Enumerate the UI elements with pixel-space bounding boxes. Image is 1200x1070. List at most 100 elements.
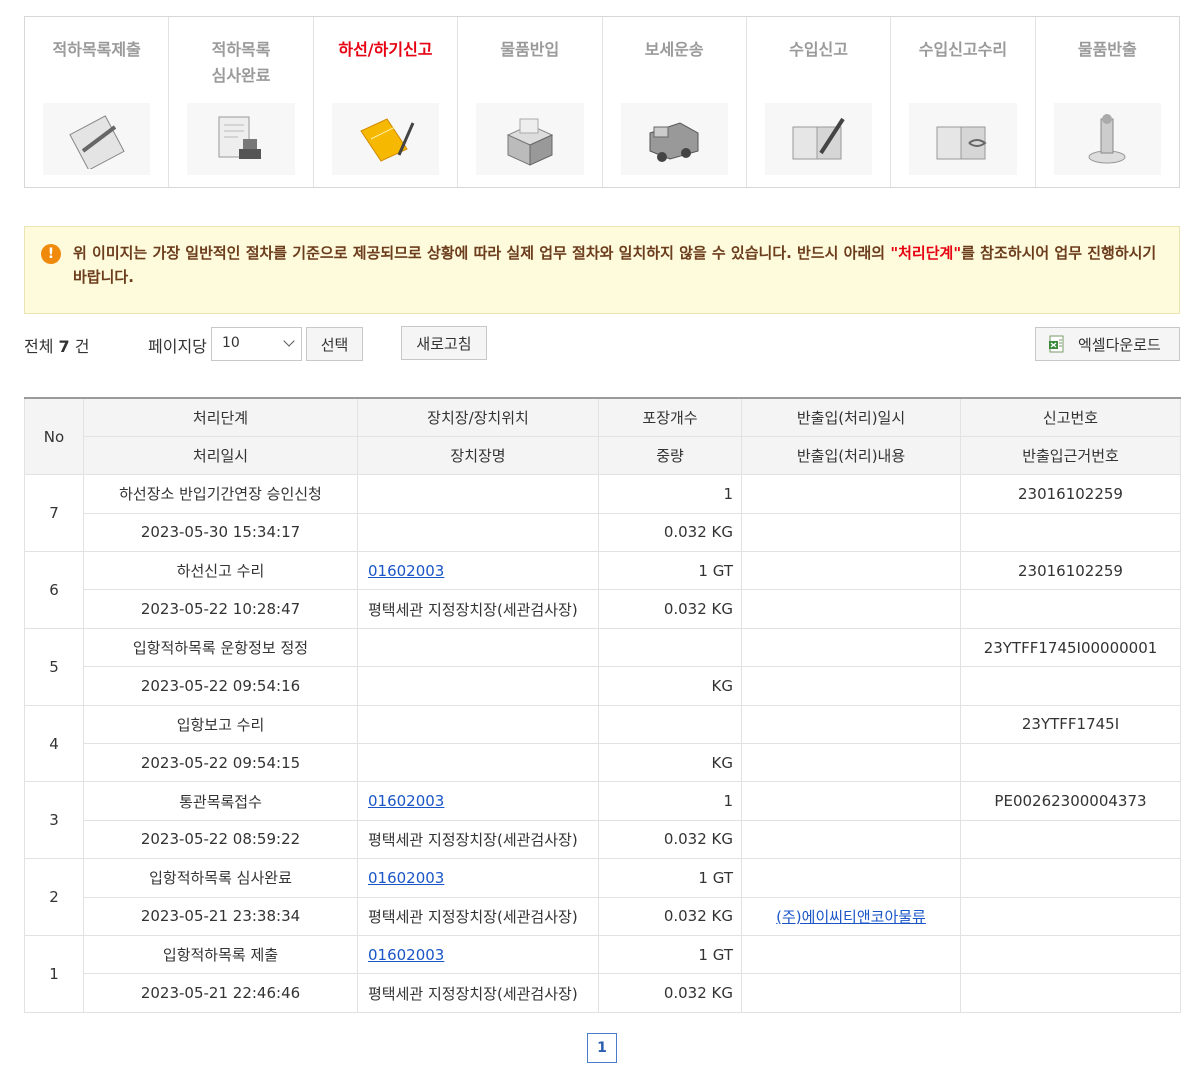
row-pkg: 1 bbox=[598, 474, 742, 514]
step-label: 수입신고수리 bbox=[918, 40, 1008, 59]
header-location-name: 장치장명 bbox=[357, 435, 599, 476]
row-inout-date bbox=[741, 627, 961, 668]
table-row: 6 하선신고 수리 01602003 1 GT 23016102259 bbox=[24, 551, 1181, 629]
row-pkg bbox=[598, 627, 742, 668]
step-label: 수입신고 bbox=[789, 40, 848, 59]
row-location-name bbox=[357, 666, 599, 706]
row-report-no: 23YTFF1745I bbox=[960, 704, 1181, 745]
step-icon-box bbox=[476, 103, 584, 175]
header-pkg: 포장개수 bbox=[598, 396, 742, 437]
row-location-name: 평택세관 지정장치장(세관검사장) bbox=[357, 896, 599, 936]
step-icon-box bbox=[909, 103, 1017, 175]
total-count: 전체 7 건 bbox=[24, 333, 90, 357]
row-inout-content bbox=[741, 973, 961, 1013]
row-stage: 입항적하목록 운항정보 정정 bbox=[83, 627, 358, 668]
step-4[interactable]: 물품반입 bbox=[458, 17, 603, 187]
row-report-no: PE00262300004373 bbox=[960, 781, 1181, 821]
location-code-link[interactable]: 01602003 bbox=[368, 562, 444, 580]
stamp-icon bbox=[1088, 114, 1126, 164]
inout-content-link[interactable]: (주)에이씨티앤코아물류 bbox=[776, 908, 926, 926]
row-pkg: 1 GT bbox=[598, 551, 742, 591]
row-inout-date bbox=[741, 781, 961, 821]
row-stage: 입항적하목록 제출 bbox=[83, 934, 358, 975]
row-report-no bbox=[960, 934, 1181, 975]
total-suffix: 건 bbox=[74, 337, 90, 356]
row-date: 2023-05-30 15:34:17 bbox=[83, 512, 358, 553]
per-page-label: 페이지당 bbox=[148, 337, 207, 356]
step-5[interactable]: 보세운송 bbox=[603, 17, 747, 187]
step-icon-box bbox=[187, 103, 295, 175]
row-location-name: 평택세관 지정장치장(세관검사장) bbox=[357, 819, 599, 860]
step-7[interactable]: 수입신고수리 bbox=[891, 17, 1036, 187]
row-inout-content bbox=[741, 743, 961, 783]
row-weight: KG bbox=[598, 666, 742, 706]
table-row-sub: 2023-05-22 09:54:16 KG bbox=[25, 666, 1181, 706]
row-basis-no bbox=[960, 743, 1181, 783]
process-table: No 처리단계 장치장/장치위치 포장개수 반출입(처리)일시 신고번호 처리일… bbox=[24, 396, 1181, 1013]
table-row: 5 입항적하목록 운항정보 정정 23YTFF1745I00000001 bbox=[24, 627, 1181, 706]
row-stage: 입항적하목록 심사완료 bbox=[83, 858, 358, 898]
book-stamp-icon bbox=[936, 126, 987, 160]
step-2[interactable]: 적하목록 심사완료 bbox=[169, 17, 314, 187]
row-weight: KG bbox=[598, 743, 742, 783]
location-code-link[interactable]: 01602003 bbox=[368, 792, 444, 810]
step-6[interactable]: 수입신고 bbox=[747, 17, 892, 187]
row-weight: 0.032 KG bbox=[598, 512, 742, 553]
row-inout-date bbox=[741, 858, 961, 898]
total-count-value: 7 bbox=[58, 337, 70, 356]
row-location-name: 평택세관 지정장치장(세관검사장) bbox=[357, 589, 599, 629]
select-button[interactable]: 선택 bbox=[306, 327, 363, 361]
row-date: 2023-05-22 10:28:47 bbox=[83, 589, 358, 629]
row-pkg: 1 GT bbox=[598, 934, 742, 975]
header-inout-content: 반출입(처리)내용 bbox=[741, 435, 961, 476]
row-inout-content bbox=[741, 819, 961, 860]
row-location-code[interactable]: 01602003 bbox=[357, 781, 599, 821]
row-inout-date bbox=[741, 704, 961, 745]
table-row: 1 입항적하목록 제출 01602003 1 GT bbox=[24, 934, 1181, 1013]
location-code-link[interactable]: 01602003 bbox=[368, 946, 444, 964]
header-basis-no: 반출입근거번호 bbox=[960, 435, 1181, 476]
row-report-no: 23016102259 bbox=[960, 551, 1181, 591]
table-row-sub: 2023-05-30 15:34:17 0.032 KG bbox=[25, 512, 1181, 553]
excel-download-button[interactable]: 엑셀다운로드 bbox=[1035, 327, 1180, 361]
refresh-button[interactable]: 새로고침 bbox=[401, 326, 487, 360]
row-date: 2023-05-21 22:46:46 bbox=[83, 973, 358, 1013]
row-location-code[interactable]: 01602003 bbox=[357, 934, 599, 975]
row-weight: 0.032 KG bbox=[598, 896, 742, 936]
row-location-code[interactable]: 01602003 bbox=[357, 858, 599, 898]
row-location-code[interactable]: 01602003 bbox=[357, 551, 599, 591]
row-location-code bbox=[357, 627, 599, 668]
row-pkg bbox=[598, 704, 742, 745]
pagination-page-1[interactable]: 1 bbox=[587, 1033, 617, 1063]
step-3[interactable]: 하선/하기신고 bbox=[314, 17, 459, 187]
row-inout-content[interactable]: (주)에이씨티앤코아물류 bbox=[741, 896, 961, 936]
step-1[interactable]: 적하목록제출 bbox=[25, 17, 170, 187]
table-row: 3 통관목록접수 01602003 1 PE00262300004373 bbox=[24, 781, 1181, 860]
per-page-value: 10 bbox=[222, 335, 240, 351]
step-icon-box bbox=[331, 103, 440, 175]
row-location-code bbox=[357, 474, 599, 514]
header-report-no: 신고번호 bbox=[960, 396, 1181, 437]
header-weight: 중량 bbox=[598, 435, 742, 476]
row-inout-content bbox=[741, 512, 961, 553]
per-page-select[interactable]: 10 bbox=[211, 327, 302, 361]
book-pen-icon bbox=[792, 117, 845, 160]
location-code-link[interactable]: 01602003 bbox=[368, 869, 444, 887]
step-label: 적하목록제출 bbox=[52, 40, 141, 59]
process-steps: 적하목록제출 적하목록 심사완료 하선/하기신고 물품반입 보세운송 수입신고 수입신고수리… bbox=[24, 16, 1180, 188]
warning-icon: ! bbox=[41, 244, 61, 264]
table-row-sub: 2023-05-22 08:59:22 평택세관 지정장치장(세관검사장) 0.03… bbox=[25, 819, 1181, 860]
row-date: 2023-05-21 23:38:34 bbox=[83, 896, 358, 936]
step-icon-box bbox=[43, 103, 151, 175]
row-report-no bbox=[960, 858, 1181, 898]
notice-highlight: "처리단계" bbox=[890, 244, 962, 262]
row-location-name: 평택세관 지정장치장(세관검사장) bbox=[357, 973, 599, 1013]
row-inout-content bbox=[741, 589, 961, 629]
row-no: 2 bbox=[24, 858, 84, 936]
folder-pen-icon bbox=[360, 118, 415, 162]
row-date: 2023-05-22 09:54:16 bbox=[83, 666, 358, 706]
row-inout-date bbox=[741, 551, 961, 591]
header-inout-date: 반출입(처리)일시 bbox=[741, 396, 961, 437]
header-no: No bbox=[24, 397, 84, 476]
step-8[interactable]: 물품반출 bbox=[1036, 17, 1179, 187]
